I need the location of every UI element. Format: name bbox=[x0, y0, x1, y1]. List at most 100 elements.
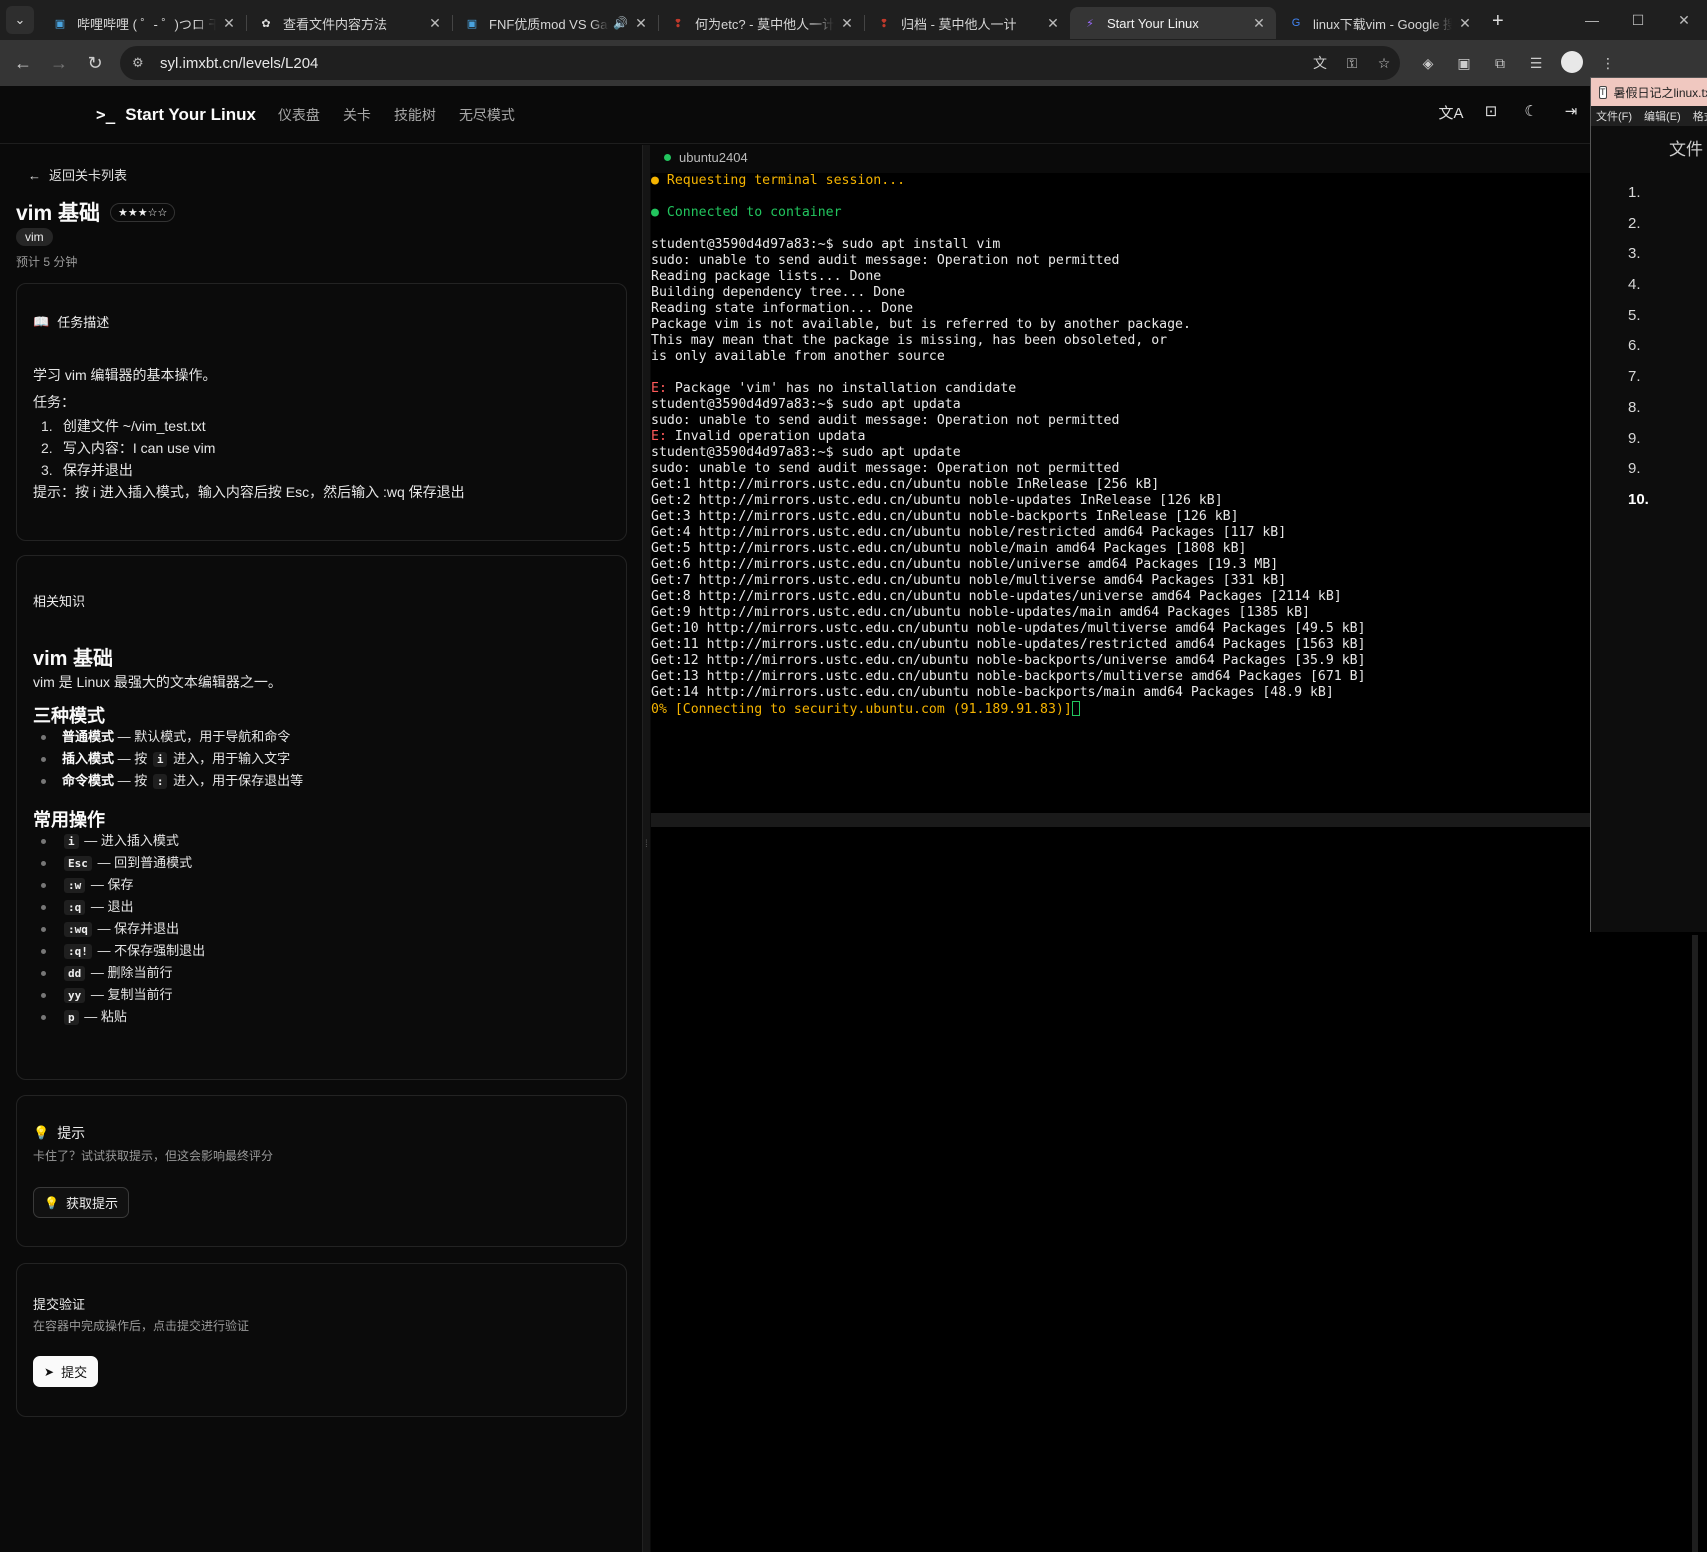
modes-list: 普通模式 — 默认模式，用于导航和命令 插入模式 — 按 i 进入，用于输入文字命… bbox=[37, 726, 303, 792]
browser-tab[interactable]: ❢ 归档 - 莫中他人一计 ✕ bbox=[864, 7, 1070, 39]
logout-icon[interactable]: ⇥ bbox=[1551, 102, 1591, 123]
browser-tab[interactable]: ❢ 何为etc? - 莫中他人一计 ✕ bbox=[658, 7, 864, 39]
browser-tab[interactable]: Glinux下载vim - Google 搜索✕ bbox=[1276, 7, 1482, 39]
connection-status-dot bbox=[664, 154, 671, 161]
key-code: :w bbox=[64, 877, 86, 893]
translate-icon[interactable]: 文 bbox=[1304, 53, 1336, 73]
key-code: i bbox=[152, 751, 168, 767]
task-steps: 1. 创建文件 ~/vim_test.txt 2. 写入内容：I can use… bbox=[41, 415, 215, 481]
op-item: yy — 复制当前行 bbox=[37, 984, 205, 1006]
nav-skill-tree[interactable]: 技能树 bbox=[394, 105, 436, 125]
maximize-button[interactable]: ☐ bbox=[1615, 0, 1661, 40]
notepad-body[interactable]: 文件 1. 2. 3. 4. 5. 6. 7. 8. 9. 9. 10. bbox=[1591, 126, 1707, 932]
terminal-output[interactable]: ● Requesting terminal session... ● Connec… bbox=[651, 173, 1591, 813]
notepad-menu: 文件(F) 编辑(E) 格式(O) bbox=[1591, 106, 1707, 126]
task-heading: 📖 任务描述 bbox=[33, 312, 109, 331]
notepad-titlebar[interactable]: T 暑假日记之linux.txt bbox=[1591, 78, 1707, 106]
bilibili-icon: ▣ bbox=[54, 17, 66, 30]
profile-avatar[interactable] bbox=[1554, 50, 1590, 76]
terminal-line: Get:11 http://mirrors.ustc.edu.cn/ubuntu… bbox=[651, 637, 1366, 652]
password-key-icon[interactable]: ⚿ bbox=[1336, 55, 1368, 72]
language-icon[interactable]: 文A bbox=[1431, 102, 1471, 123]
terminal-line: Get:1 http://mirrors.ustc.edu.cn/ubuntu … bbox=[651, 477, 1160, 492]
terminal-line: Get:3 http://mirrors.ustc.edu.cn/ubuntu … bbox=[651, 509, 1239, 524]
bookmark-star-icon[interactable]: ☆ bbox=[1368, 55, 1400, 72]
tab-search-button[interactable]: ⌄ bbox=[6, 6, 34, 34]
close-tab-icon[interactable]: ✕ bbox=[1044, 15, 1062, 32]
site-logo[interactable]: >_ Start Your Linux bbox=[96, 105, 256, 125]
panel-resize-handle[interactable]: ⁞ bbox=[642, 145, 650, 1552]
submit-button[interactable]: ➤ 提交 bbox=[33, 1356, 99, 1387]
site-info-icon[interactable]: ⚙ bbox=[132, 55, 152, 71]
get-hint-button[interactable]: 💡 获取提示 bbox=[33, 1187, 129, 1218]
error-prefix: E: bbox=[651, 381, 675, 396]
close-tab-icon[interactable]: ✕ bbox=[426, 15, 444, 32]
close-window-button[interactable]: ✕ bbox=[1661, 0, 1707, 40]
notepad-title: 暑假日记之linux.txt bbox=[1613, 85, 1707, 100]
address-bar[interactable]: ⚙ syl.imxbt.cn/levels/L204 文 ⚿ ☆ bbox=[120, 46, 1400, 80]
terminal-icon[interactable]: ⊡ bbox=[1471, 102, 1511, 123]
url-text[interactable]: syl.imxbt.cn/levels/L204 bbox=[160, 55, 1304, 72]
forward-icon[interactable]: → bbox=[42, 46, 76, 80]
op-text: :q! — 不保存强制退出 bbox=[62, 940, 205, 963]
task-heading-label: 任务描述 bbox=[57, 315, 110, 330]
op-item: :w — 保存 bbox=[37, 874, 205, 896]
back-to-levels-link[interactable]: ← 返回关卡列表 bbox=[28, 165, 127, 184]
close-tab-icon[interactable]: ✕ bbox=[1250, 15, 1268, 32]
browser-toolbar: ← → ↻ ⚙ syl.imxbt.cn/levels/L204 文 ⚿ ☆ ◈… bbox=[0, 40, 1707, 86]
close-tab-icon[interactable]: ✕ bbox=[1456, 15, 1474, 32]
blog-icon: ❢ bbox=[673, 17, 683, 30]
terminal-scrollbar[interactable] bbox=[651, 813, 1591, 827]
tab-title: linux下载vim - Google 搜索 bbox=[1313, 16, 1452, 32]
nav-levels[interactable]: 关卡 bbox=[343, 105, 371, 125]
close-tab-icon[interactable]: ✕ bbox=[632, 15, 650, 32]
browser-tab[interactable]: ⚡ Start Your Linux ✕ bbox=[1070, 7, 1276, 39]
reading-list-icon[interactable]: ☰ bbox=[1518, 55, 1554, 72]
terminal-tab[interactable]: ubuntu2404 bbox=[651, 145, 1707, 173]
page-scrollbar[interactable] bbox=[1692, 935, 1698, 1552]
terminal-line: Get:2 http://mirrors.ustc.edu.cn/ubuntu … bbox=[651, 493, 1223, 508]
mode-text: 普通模式 — 默认模式，用于导航和命令 bbox=[62, 729, 291, 744]
hint-description: 卡住了？试试获取提示，但这会影响最终评分 bbox=[33, 1149, 274, 1163]
menu-file[interactable]: 文件(F) bbox=[1596, 108, 1632, 124]
browser-tab[interactable]: ▣ FNF优质mod VS Garcello 🔊 ✕ bbox=[452, 7, 658, 39]
nav-dashboard[interactable]: 仪表盘 bbox=[278, 105, 320, 125]
close-tab-icon[interactable]: ✕ bbox=[220, 15, 238, 32]
reload-icon[interactable]: ↻ bbox=[78, 46, 112, 80]
terminal-line: Get:8 http://mirrors.ustc.edu.cn/ubuntu … bbox=[651, 589, 1342, 604]
terminal-line: 0% [Connecting to security.ubuntu.com (9… bbox=[651, 701, 1591, 717]
terminal-line: Reading state information... Done bbox=[651, 301, 914, 316]
minimize-button[interactable]: — bbox=[1569, 0, 1615, 40]
terminal-line: ● Connected to container bbox=[651, 205, 842, 220]
puzzle-extensions-icon[interactable]: ⧉ bbox=[1482, 55, 1518, 72]
nav-endless-mode[interactable]: 无尽模式 bbox=[459, 105, 515, 125]
notepad-list-number: 2. bbox=[1628, 214, 1641, 232]
close-tab-icon[interactable]: ✕ bbox=[838, 15, 856, 32]
modes-heading: 三种模式 bbox=[33, 706, 105, 726]
notepad-list-number: 8. bbox=[1628, 398, 1641, 416]
terminal-line: Building dependency tree... Done bbox=[651, 285, 906, 300]
more-menu-icon[interactable]: ⋮ bbox=[1590, 55, 1626, 72]
menu-format[interactable]: 格式(O) bbox=[1693, 108, 1707, 124]
terminal-line: student@3590d4d97a83:~$ sudo apt updata bbox=[651, 397, 961, 412]
op-item: :q! — 不保存强制退出 bbox=[37, 940, 205, 962]
extension-icon[interactable]: ▣ bbox=[1446, 55, 1482, 72]
knowledge-heading: 相关知识 bbox=[33, 594, 86, 609]
browser-tab[interactable]: ✿ 查看文件内容方法 ✕ bbox=[246, 7, 452, 39]
browser-tab[interactable]: ▣ 哔哩哔哩 ( ゜- ゜)つロ 干杯~-bilibili✕ bbox=[40, 7, 246, 39]
notepad-window[interactable]: T 暑假日记之linux.txt 文件(F) 编辑(E) 格式(O) 文件 1.… bbox=[1590, 77, 1707, 932]
op-item: dd — 删除当前行 bbox=[37, 962, 205, 984]
blog-icon: ❢ bbox=[879, 17, 889, 30]
notepad-list-number: 9. bbox=[1628, 460, 1641, 478]
new-tab-button[interactable]: + bbox=[1492, 10, 1504, 33]
terminal-empty-area[interactable] bbox=[651, 827, 1707, 1552]
theme-moon-icon[interactable]: ☾ bbox=[1511, 102, 1551, 123]
speaker-icon[interactable]: 🔊 bbox=[613, 16, 628, 30]
key-code: : bbox=[152, 773, 168, 789]
menu-edit[interactable]: 编辑(E) bbox=[1644, 108, 1681, 124]
op-item: :wq — 保存并退出 bbox=[37, 918, 205, 940]
extension-icon[interactable]: ◈ bbox=[1410, 55, 1446, 72]
container-name: ubuntu2404 bbox=[679, 150, 748, 165]
back-icon[interactable]: ← bbox=[6, 46, 40, 80]
hint-heading: 💡 提示 bbox=[33, 1123, 85, 1143]
